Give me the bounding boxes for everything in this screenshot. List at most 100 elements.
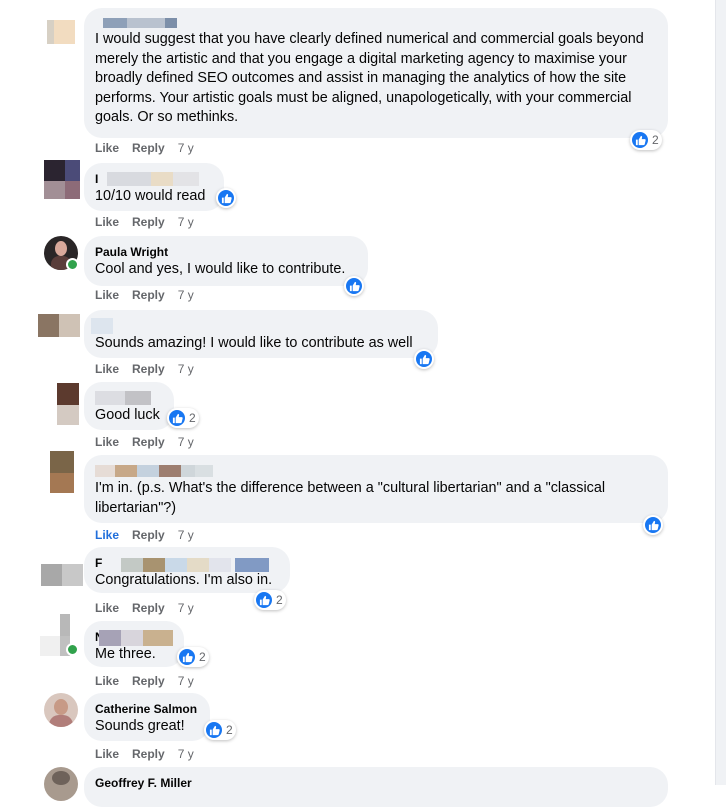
author-name[interactable]: N <box>95 629 173 646</box>
avatar[interactable] <box>38 311 82 337</box>
reply-link[interactable]: Reply <box>132 141 165 155</box>
comment-actions: Like Reply 7 y <box>95 141 207 155</box>
avatar[interactable] <box>57 383 79 425</box>
like-link[interactable]: Like <box>95 141 119 155</box>
reply-link[interactable]: Reply <box>132 528 165 542</box>
like-link[interactable]: Like <box>95 288 119 302</box>
like-reaction-icon <box>255 591 273 609</box>
reaction-count: 2 <box>226 723 233 737</box>
comment-text: Sounds great! <box>95 718 185 734</box>
author-name[interactable]: Catherine Salmon <box>95 701 198 717</box>
redacted-name <box>159 465 181 477</box>
comment-bubble: I'm in. (p.s. What's the difference betw… <box>84 455 668 523</box>
like-link[interactable]: Like <box>95 674 119 688</box>
comment-actions: Like Reply 7 y <box>95 747 207 761</box>
comment-bubble: Catherine Salmon Sounds great! <box>84 693 210 741</box>
reaction-badge[interactable]: 2 <box>630 130 662 150</box>
avatar[interactable] <box>44 767 78 801</box>
timestamp[interactable]: 7 y <box>178 362 194 376</box>
like-reaction-icon <box>631 131 649 149</box>
timestamp[interactable]: 7 y <box>178 141 194 155</box>
timestamp[interactable]: 7 y <box>178 601 194 615</box>
avatar[interactable] <box>44 693 78 727</box>
comment-bubble: N Me three. <box>84 621 184 667</box>
redacted-name <box>121 630 143 646</box>
reaction-badge[interactable]: 2 <box>177 647 209 667</box>
author-name[interactable]: I <box>95 171 212 187</box>
reply-link[interactable]: Reply <box>132 215 165 229</box>
timestamp[interactable]: 7 y <box>178 215 194 229</box>
comment-bubble: I 10/10 would read <box>84 163 224 211</box>
author-name[interactable]: F <box>95 555 278 572</box>
comment-actions: Like Reply 7 y <box>95 215 207 229</box>
scrollbar[interactable] <box>715 0 726 785</box>
author-name[interactable]: Paula Wright <box>95 244 356 260</box>
reaction-count: 2 <box>199 650 206 664</box>
reply-link[interactable]: Reply <box>132 362 165 376</box>
avatar[interactable] <box>47 20 75 46</box>
author-name[interactable] <box>95 390 162 406</box>
redacted-name <box>103 18 127 28</box>
comment-actions: Like Reply 7 y <box>95 288 207 302</box>
comment-text: Sounds amazing! I would like to contribu… <box>95 335 413 351</box>
reaction-badge[interactable] <box>414 349 434 369</box>
timestamp[interactable]: 7 y <box>178 288 194 302</box>
timestamp[interactable]: 7 y <box>178 528 194 542</box>
author-name[interactable]: Geoffrey F. Miller <box>95 775 656 791</box>
redacted-name <box>195 465 213 477</box>
reply-link[interactable]: Reply <box>132 435 165 449</box>
reaction-count: 2 <box>276 593 283 607</box>
comment-text: 10/10 would read <box>95 188 206 204</box>
redacted-name <box>121 558 143 572</box>
timestamp[interactable]: 7 y <box>178 747 194 761</box>
online-status-indicator <box>66 258 79 271</box>
reaction-badge[interactable]: 2 <box>254 590 286 610</box>
like-link[interactable]: Like <box>95 215 119 229</box>
like-reaction-icon <box>178 648 196 666</box>
comment-bubble: Geoffrey F. Miller <box>84 767 668 807</box>
reaction-badge[interactable] <box>643 515 663 535</box>
comment-actions: Like Reply 7 y <box>95 435 207 449</box>
like-link[interactable]: Like <box>95 528 119 542</box>
author-name[interactable] <box>91 318 426 334</box>
comment-text: Me three. <box>95 646 156 662</box>
like-reaction-icon <box>205 721 223 739</box>
timestamp[interactable]: 7 y <box>178 674 194 688</box>
like-link[interactable]: Like <box>95 747 119 761</box>
author-name[interactable] <box>95 463 656 479</box>
reaction-badge[interactable] <box>344 276 364 296</box>
author-name[interactable] <box>95 16 656 30</box>
reply-link[interactable]: Reply <box>132 288 165 302</box>
like-reaction-icon <box>168 409 186 427</box>
avatar[interactable] <box>41 564 83 586</box>
redacted-name <box>143 630 173 646</box>
redacted-name <box>235 558 269 572</box>
reaction-badge[interactable]: 2 <box>204 720 236 740</box>
reply-link[interactable]: Reply <box>132 674 165 688</box>
redacted-name <box>95 465 115 477</box>
comment-bubble: Good luck <box>84 382 174 430</box>
redacted-name <box>151 172 173 186</box>
redacted-name <box>99 630 121 646</box>
like-link[interactable]: Like <box>95 435 119 449</box>
avatar[interactable] <box>44 160 80 199</box>
like-link[interactable]: Like <box>95 601 119 615</box>
comment-actions: Like Reply 7 y <box>95 601 207 615</box>
redacted-name <box>125 391 151 405</box>
like-reaction-icon <box>345 277 363 295</box>
comment-bubble: I would suggest that you have clearly de… <box>84 8 668 138</box>
like-reaction-icon <box>217 189 235 207</box>
avatar[interactable] <box>47 451 77 493</box>
redacted-name <box>181 465 195 477</box>
like-link[interactable]: Like <box>95 362 119 376</box>
redacted-name <box>165 18 177 28</box>
reaction-count: 2 <box>652 133 659 147</box>
like-reaction-icon <box>415 350 433 368</box>
reply-link[interactable]: Reply <box>132 601 165 615</box>
reaction-badge[interactable] <box>216 188 236 208</box>
reply-link[interactable]: Reply <box>132 747 165 761</box>
reaction-badge[interactable]: 2 <box>167 408 199 428</box>
timestamp[interactable]: 7 y <box>178 435 194 449</box>
comment-text: I'm in. (p.s. What's the difference betw… <box>95 480 606 516</box>
redacted-name <box>209 558 231 572</box>
